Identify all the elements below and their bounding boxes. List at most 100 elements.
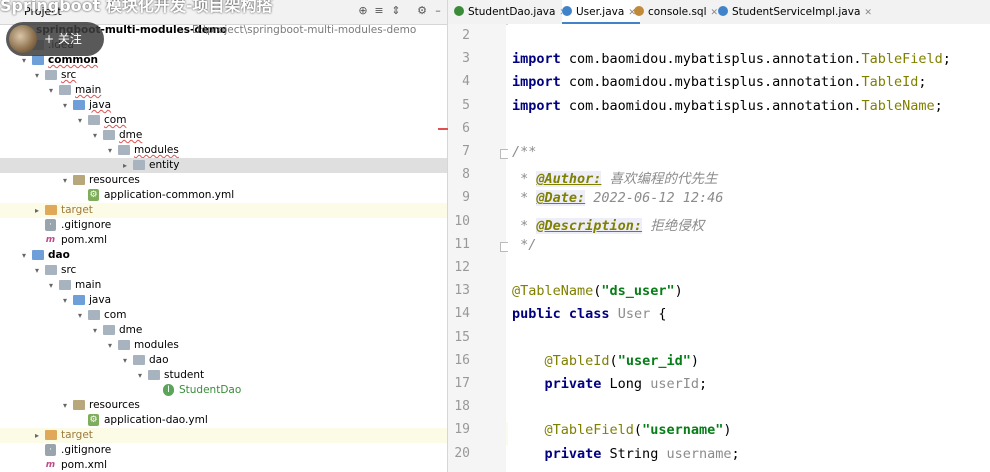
folder-icon (73, 400, 85, 410)
folder-icon (32, 55, 44, 65)
tree-item-dao[interactable]: ▾ dao (0, 248, 447, 263)
folder-icon (45, 205, 57, 215)
chevron-down-icon[interactable]: ▾ (46, 278, 56, 293)
tab-studentdao-java[interactable]: StudentDao.java✕ (454, 0, 571, 24)
code-line[interactable]: import com.baomidou.mybatisplus.annotati… (512, 98, 943, 114)
tree-item-studentdao[interactable]: I StudentDao (0, 383, 447, 398)
chevron-down-icon[interactable]: ▾ (32, 263, 42, 278)
expand-icon[interactable]: ⇕ (389, 4, 403, 18)
code-line[interactable]: @TableId("user_id") (512, 353, 699, 369)
tree-item-target[interactable]: ▸ target (0, 203, 447, 218)
folder-icon (45, 265, 57, 275)
locate-icon[interactable]: ⊕ (356, 4, 370, 18)
follow-button[interactable]: + 关注 (44, 30, 82, 47)
chevron-down-icon[interactable]: ▾ (75, 113, 85, 128)
tree-item-target[interactable]: ▸ target (0, 428, 447, 443)
code-line[interactable]: @TableName("ds_user") (512, 283, 683, 299)
line-number: 11 (454, 236, 470, 252)
chevron-down-icon[interactable]: ▾ (32, 68, 42, 83)
line-number: 19 (454, 422, 470, 438)
minimize-icon[interactable]: – (431, 4, 445, 18)
tree-item-pom-xml[interactable]: m pom.xml (0, 458, 447, 472)
tab-studentserviceimpl-java[interactable]: StudentServiceImpl.java ✕ (718, 0, 876, 24)
tree-item--gitignore[interactable]: · .gitignore (0, 218, 447, 233)
tree-item-label: resources (89, 174, 140, 186)
tree-item--gitignore[interactable]: · .gitignore (0, 443, 447, 458)
tree-item-label: main (75, 279, 102, 291)
tree-item-label: .gitignore (61, 444, 112, 456)
chevron-down-icon[interactable]: ▾ (90, 323, 100, 338)
tree-item-resources[interactable]: ▾ resources (0, 173, 447, 188)
chevron-right-icon[interactable]: ▸ (32, 428, 42, 443)
chevron-down-icon[interactable]: ▾ (90, 128, 100, 143)
tree-item-application-dao-yml[interactable]: ⚙ application-dao.yml (0, 413, 447, 428)
tab-user-java[interactable]: User.java ✕ (562, 0, 640, 24)
chevron-down-icon[interactable]: ▾ (105, 338, 115, 353)
close-icon[interactable]: ✕ (864, 8, 872, 18)
chevron-down-icon[interactable]: ▾ (60, 398, 70, 413)
collapse-all-icon[interactable]: ≡ (372, 4, 386, 18)
code-line[interactable]: import com.baomidou.mybatisplus.annotati… (512, 74, 927, 90)
tree-item-label: resources (89, 399, 140, 411)
chevron-down-icon[interactable]: ▾ (120, 353, 130, 368)
folder-icon (73, 175, 85, 185)
yml-file-icon: ⚙ (88, 414, 99, 426)
tree-item-com[interactable]: ▾ com (0, 113, 447, 128)
tree-item-main[interactable]: ▾ main (0, 278, 447, 293)
chevron-down-icon[interactable]: ▾ (105, 143, 115, 158)
line-number: 4 (462, 74, 470, 90)
tree-item-main[interactable]: ▾ main (0, 83, 447, 98)
chevron-down-icon[interactable]: ▾ (60, 293, 70, 308)
code-line[interactable]: /** (512, 144, 536, 160)
chevron-down-icon[interactable]: ▾ (135, 368, 145, 383)
line-number: 9 (462, 190, 470, 206)
tree-item-label: modules (134, 144, 179, 156)
chevron-down-icon[interactable]: ▾ (75, 308, 85, 323)
tree-item-resources[interactable]: ▾ resources (0, 398, 447, 413)
folder-icon (118, 340, 130, 350)
folder-icon (73, 100, 85, 110)
chevron-down-icon[interactable]: ▾ (60, 98, 70, 113)
tree-item-java[interactable]: ▾ java (0, 293, 447, 308)
avatar (9, 25, 37, 53)
chevron-down-icon[interactable]: ▾ (46, 83, 56, 98)
code-line[interactable]: */ (512, 237, 536, 253)
tree-item-pom-xml[interactable]: m pom.xml (0, 233, 447, 248)
tree-item-application-common-yml[interactable]: ⚙ application-common.yml (0, 188, 447, 203)
tree-item-java[interactable]: ▾ java (0, 98, 447, 113)
tree-item-dme[interactable]: ▾ dme (0, 128, 447, 143)
tree-item-entity[interactable]: ▸ entity (0, 158, 447, 173)
code-line[interactable]: @TableField("username") (512, 422, 732, 438)
follow-pill[interactable]: + 关注 (6, 22, 104, 56)
line-number: 7 (462, 144, 470, 159)
tree-item-dme[interactable]: ▾ dme (0, 323, 447, 338)
tree-item-src[interactable]: ▾ src (0, 68, 447, 83)
code-line[interactable]: * @Date: 2022-06-12 12:46 (512, 190, 723, 207)
chevron-right-icon[interactable]: ▸ (32, 203, 42, 218)
tree-item-modules[interactable]: ▾ modules (0, 338, 447, 353)
tree-item-dao[interactable]: ▾ dao (0, 353, 447, 368)
error-marker (438, 128, 448, 130)
editor-tabs: StudentDao.java✕User.java✕console.sql✕St… (448, 0, 990, 25)
code-line[interactable]: private Long userId; (512, 376, 708, 392)
tree-item-label: pom.xml (61, 459, 108, 471)
code-line[interactable]: public class User { (512, 306, 666, 322)
line-number: 3 (462, 51, 470, 67)
gear-icon[interactable]: ⚙ (415, 4, 429, 18)
code-line[interactable]: * @Author: 喜欢编程的代先生 (512, 167, 718, 188)
chevron-down-icon[interactable]: ▾ (60, 173, 70, 188)
line-number: 20 (454, 445, 470, 461)
file-type-icon (634, 6, 644, 16)
tree-item-modules[interactable]: ▾ modules (0, 143, 447, 158)
tree-item-student[interactable]: ▾ student (0, 368, 447, 383)
tree-item-com[interactable]: ▾ com (0, 308, 447, 323)
close-icon[interactable]: ✕ (711, 8, 719, 18)
code-line[interactable]: * @Description: 拒绝侵权 (512, 214, 704, 234)
code-line[interactable]: import com.baomidou.mybatisplus.annotati… (512, 51, 951, 67)
code-line[interactable]: private String username; (512, 446, 740, 462)
tab-console-sql[interactable]: console.sql ✕ (634, 0, 722, 24)
tree-item-src[interactable]: ▾ src (0, 263, 447, 278)
code-area[interactable]: import com.baomidou.mybatisplus.annotati… (508, 24, 990, 472)
chevron-right-icon[interactable]: ▸ (120, 158, 130, 173)
chevron-down-icon[interactable]: ▾ (19, 248, 29, 263)
